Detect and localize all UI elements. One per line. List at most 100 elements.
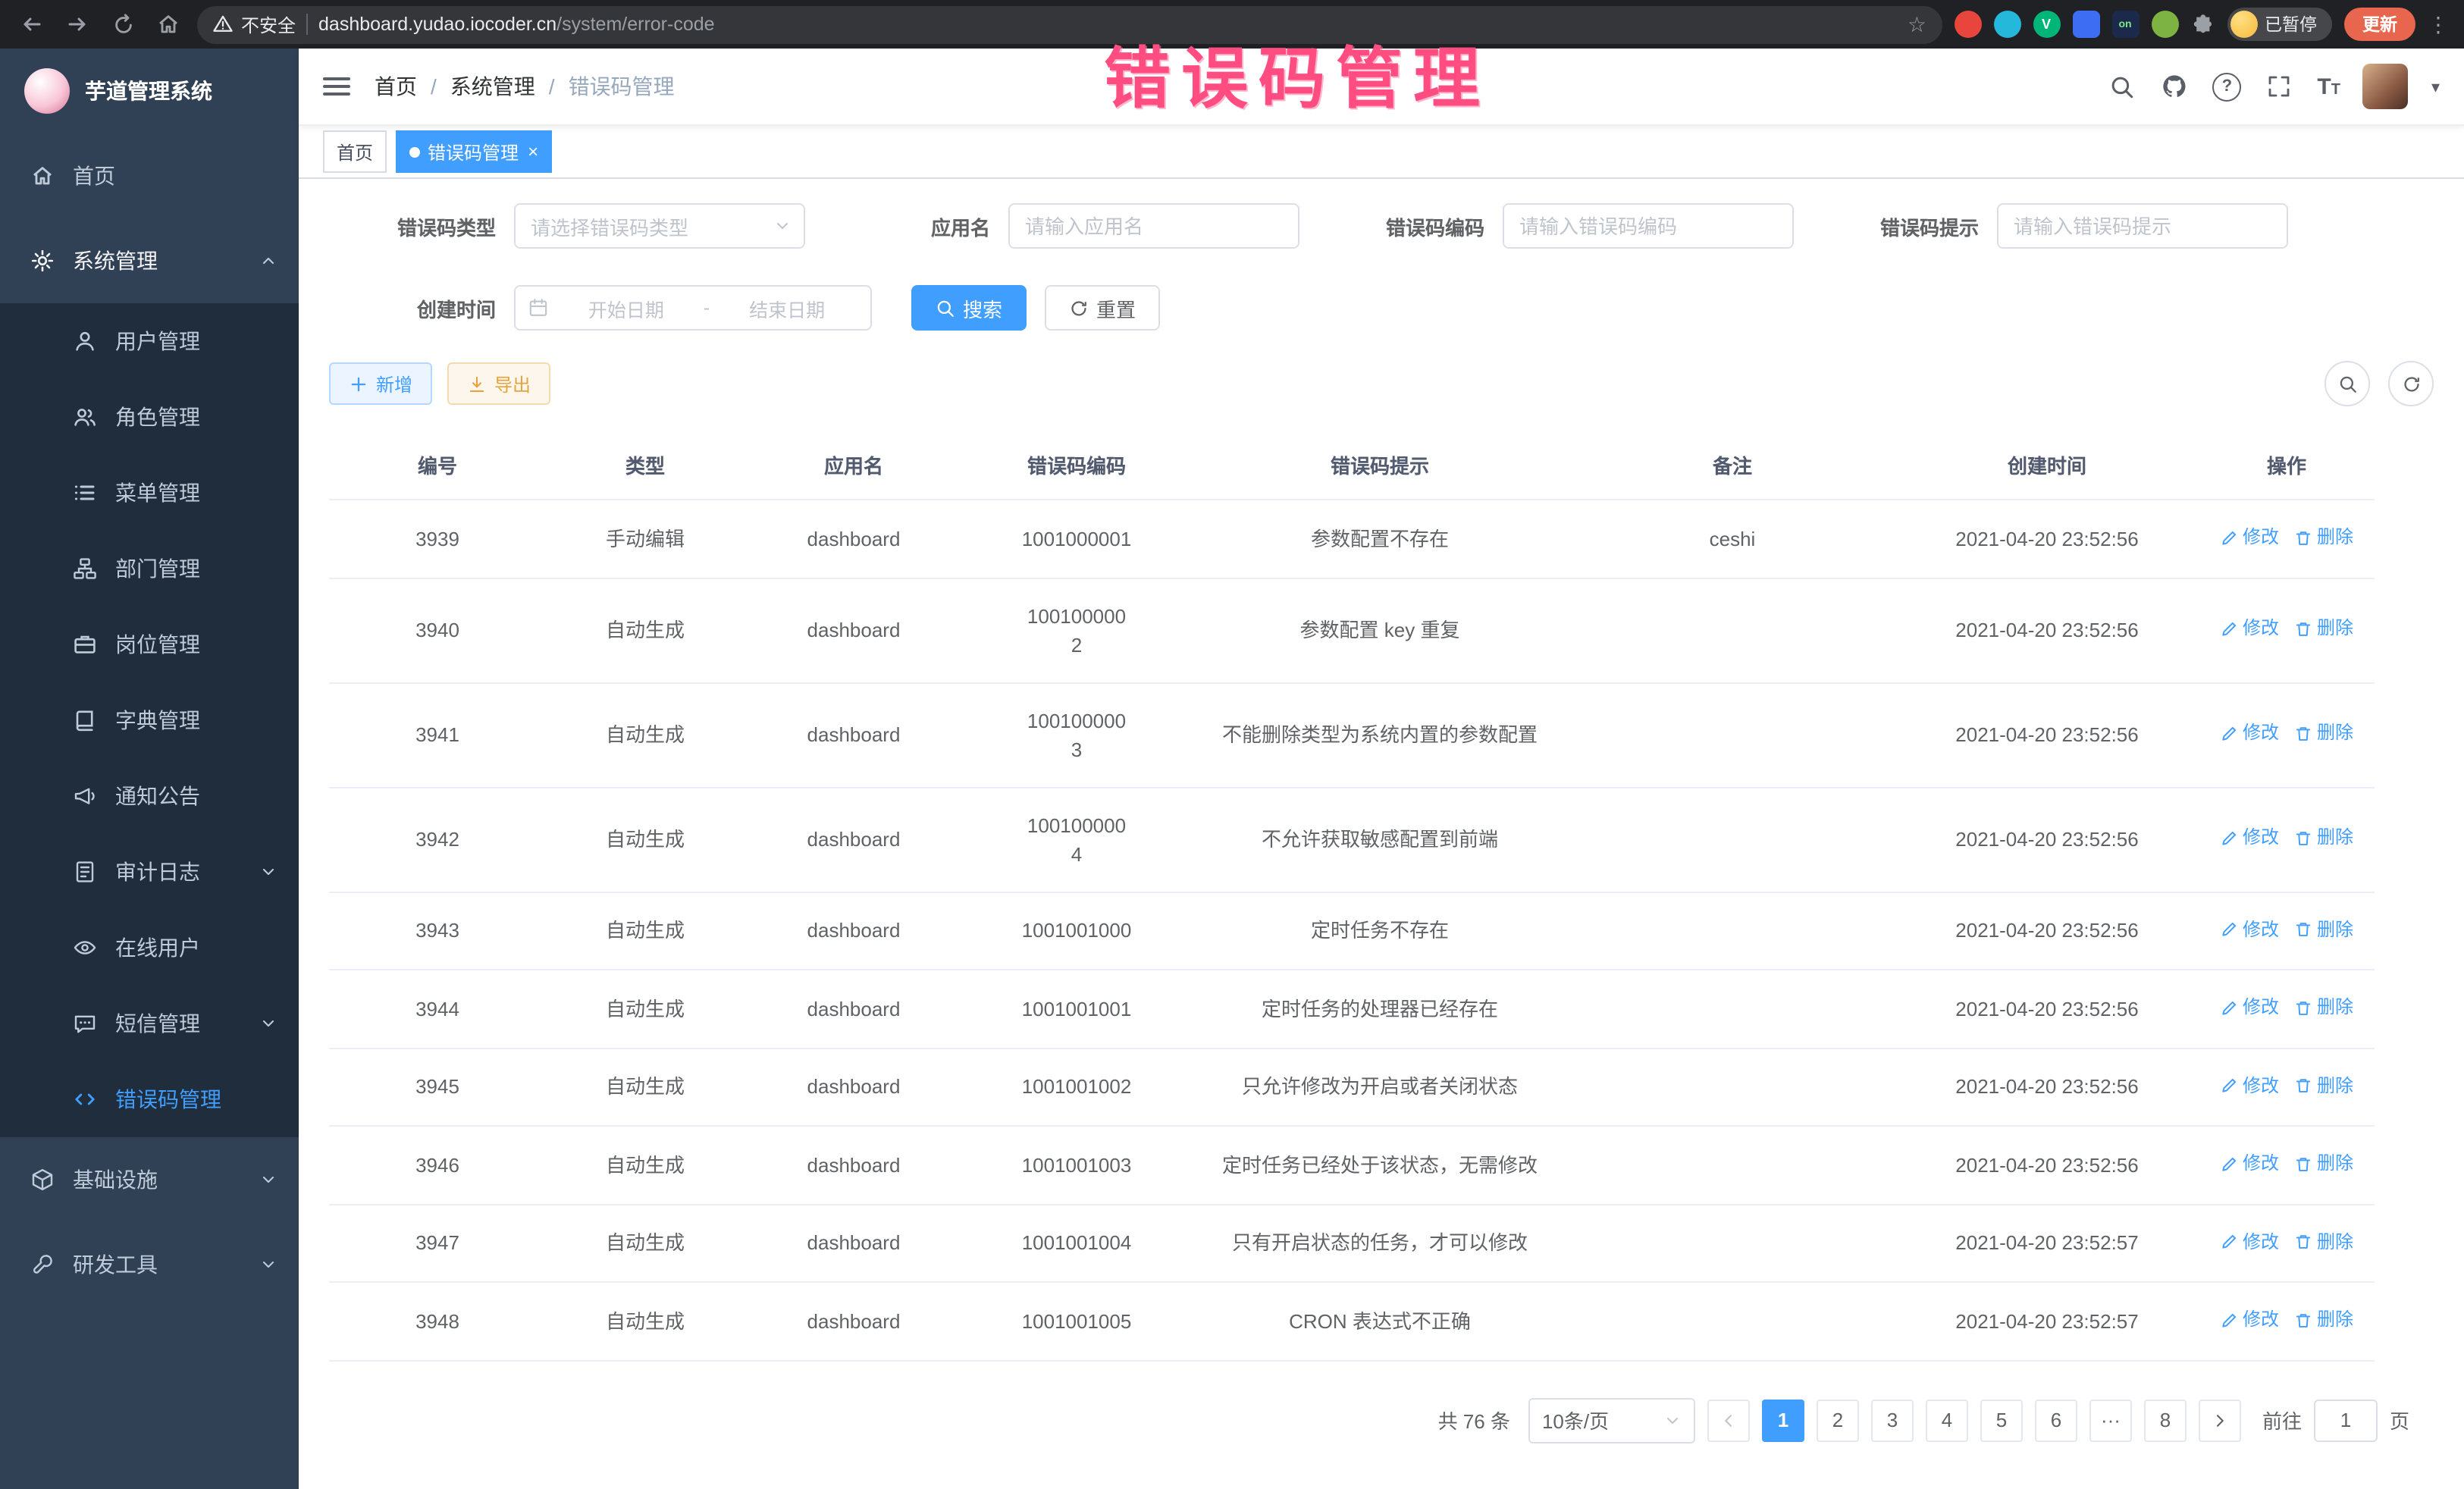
cell-msg: 只允许修改为开启或者关闭状态: [1190, 1048, 1569, 1126]
extension-icon-5[interactable]: on: [2111, 11, 2139, 38]
sidebar-item-infrastructure[interactable]: 基础设施: [0, 1137, 299, 1222]
edit-link[interactable]: 修改: [2220, 1071, 2279, 1100]
page-button-8[interactable]: 8: [2144, 1399, 2187, 1441]
app-input-wrap: [1008, 203, 1299, 249]
font-size-icon[interactable]: TT: [2317, 74, 2340, 99]
sidebar-item-audit-log[interactable]: 审计日志: [0, 834, 299, 910]
browser-menu-icon[interactable]: ⋮: [2428, 11, 2449, 37]
sidebar-item-dictionary[interactable]: 字典管理: [0, 682, 299, 758]
edit-link[interactable]: 修改: [2220, 719, 2279, 748]
extensions-puzzle-icon[interactable]: [2190, 11, 2215, 36]
page-button-5[interactable]: 5: [1980, 1399, 2023, 1441]
address-bar[interactable]: 不安全 dashboard.yudao.iocoder.cn/system/er…: [197, 5, 1942, 43]
delete-link[interactable]: 删除: [2294, 719, 2353, 748]
delete-link[interactable]: 删除: [2294, 824, 2353, 853]
extension-icon-1[interactable]: [1954, 11, 1981, 38]
cell-time: 2021-04-20 23:52:57: [1895, 1204, 2199, 1282]
page-button-2[interactable]: 2: [1817, 1399, 1859, 1441]
page-button-3[interactable]: 3: [1871, 1399, 1914, 1441]
browser-home-icon[interactable]: [152, 8, 185, 41]
edit-link[interactable]: 修改: [2220, 993, 2279, 1022]
logo[interactable]: 芋道管理系统: [0, 49, 299, 133]
more-pages-button[interactable]: ···: [2089, 1399, 2132, 1441]
search-button[interactable]: 搜索: [911, 285, 1027, 331]
edit-link[interactable]: 修改: [2220, 1306, 2279, 1334]
sidebar-item-menus[interactable]: 菜单管理: [0, 455, 299, 531]
profile-paused-badge[interactable]: 已暂停: [2227, 8, 2332, 41]
tab-home[interactable]: 首页: [323, 130, 387, 173]
edit-link[interactable]: 修改: [2220, 1149, 2279, 1178]
header-search-icon[interactable]: [2106, 71, 2136, 102]
code-input-wrap: [1503, 203, 1794, 249]
hamburger-icon[interactable]: [323, 77, 350, 96]
active-tab-dot: [409, 146, 420, 157]
sidebar-item-roles[interactable]: 角色管理: [0, 379, 299, 455]
breadcrumb-home[interactable]: 首页: [375, 71, 417, 102]
delete-link[interactable]: 删除: [2294, 993, 2353, 1022]
refresh-table-button[interactable]: [2388, 361, 2434, 406]
delete-link[interactable]: 删除: [2294, 1306, 2353, 1334]
edit-link[interactable]: 修改: [2220, 824, 2279, 853]
export-button[interactable]: 导出: [447, 362, 550, 405]
delete-link[interactable]: 删除: [2294, 1149, 2353, 1178]
delete-link[interactable]: 删除: [2294, 523, 2353, 552]
page-button-1[interactable]: 1: [1762, 1399, 1804, 1441]
hint-input[interactable]: [2002, 205, 2284, 247]
user-avatar[interactable]: [2363, 64, 2409, 109]
security-chip[interactable]: 不安全: [212, 11, 296, 37]
sidebar-item-error-code[interactable]: 错误码管理: [0, 1061, 299, 1137]
browser-back-icon[interactable]: [15, 8, 49, 41]
browser-reload-icon[interactable]: [106, 8, 140, 41]
page-button-6[interactable]: 6: [2035, 1399, 2077, 1441]
extension-icon-2[interactable]: [1993, 11, 2020, 38]
page-button-4[interactable]: 4: [1926, 1399, 1968, 1441]
sidebar-item-dev-tools[interactable]: 研发工具: [0, 1222, 299, 1307]
github-icon[interactable]: [2159, 71, 2190, 102]
delete-link[interactable]: 删除: [2294, 915, 2353, 944]
delete-link[interactable]: 删除: [2294, 1071, 2353, 1100]
code-input[interactable]: [1507, 205, 1789, 247]
page-size-select[interactable]: 10条/页: [1528, 1397, 1695, 1443]
warning-icon: [212, 14, 234, 35]
cell-type: 手动编辑: [546, 500, 745, 578]
reset-button[interactable]: 重置: [1045, 285, 1160, 331]
sidebar-item-system[interactable]: 系统管理: [0, 218, 299, 303]
close-icon[interactable]: ×: [528, 143, 538, 161]
cell-memo: ceshi: [1569, 500, 1895, 578]
help-icon[interactable]: ?: [2212, 72, 2241, 101]
tab-error-code[interactable]: 错误码管理 ×: [396, 130, 552, 173]
cell-msg: 不允许获取敏感配置到前端: [1190, 787, 1569, 892]
sidebar-item-departments[interactable]: 部门管理: [0, 531, 299, 607]
fullscreen-icon[interactable]: [2264, 71, 2294, 102]
cell-ops: 修改删除: [2199, 892, 2375, 970]
prev-page-button[interactable]: [1707, 1399, 1750, 1441]
breadcrumb-system[interactable]: 系统管理: [450, 71, 535, 102]
app-input[interactable]: [1013, 205, 1295, 247]
sidebar-item-online-users[interactable]: 在线用户: [0, 910, 299, 986]
date-range-picker[interactable]: 开始日期 - 结束日期: [514, 285, 872, 331]
sidebar-item-positions[interactable]: 岗位管理: [0, 607, 299, 682]
sidebar-item-users[interactable]: 用户管理: [0, 303, 299, 379]
bookmark-star-icon[interactable]: ☆: [1908, 11, 1926, 37]
edit-link[interactable]: 修改: [2220, 523, 2279, 552]
edit-link[interactable]: 修改: [2220, 1227, 2279, 1256]
browser-update-button[interactable]: 更新: [2344, 8, 2415, 41]
edit-link[interactable]: 修改: [2220, 615, 2279, 644]
browser-forward-icon[interactable]: [61, 8, 94, 41]
toggle-search-button[interactable]: [2324, 361, 2370, 406]
avatar-caret-icon[interactable]: ▾: [2431, 77, 2440, 96]
add-button[interactable]: 新增: [329, 362, 432, 405]
extension-icon-4[interactable]: [2072, 11, 2099, 38]
sidebar-item-home[interactable]: 首页: [0, 133, 299, 218]
type-select[interactable]: 请选择错误码类型: [514, 203, 805, 249]
cell-id: 3940: [329, 578, 546, 682]
goto-page-input[interactable]: [2314, 1399, 2378, 1441]
extension-icon-3[interactable]: V: [2033, 11, 2060, 38]
extension-icon-6[interactable]: [2151, 11, 2178, 38]
delete-link[interactable]: 删除: [2294, 1227, 2353, 1256]
edit-link[interactable]: 修改: [2220, 915, 2279, 944]
delete-link[interactable]: 删除: [2294, 615, 2353, 644]
next-page-button[interactable]: [2199, 1399, 2241, 1441]
sidebar-item-sms[interactable]: 短信管理: [0, 986, 299, 1061]
sidebar-item-notices[interactable]: 通知公告: [0, 758, 299, 834]
